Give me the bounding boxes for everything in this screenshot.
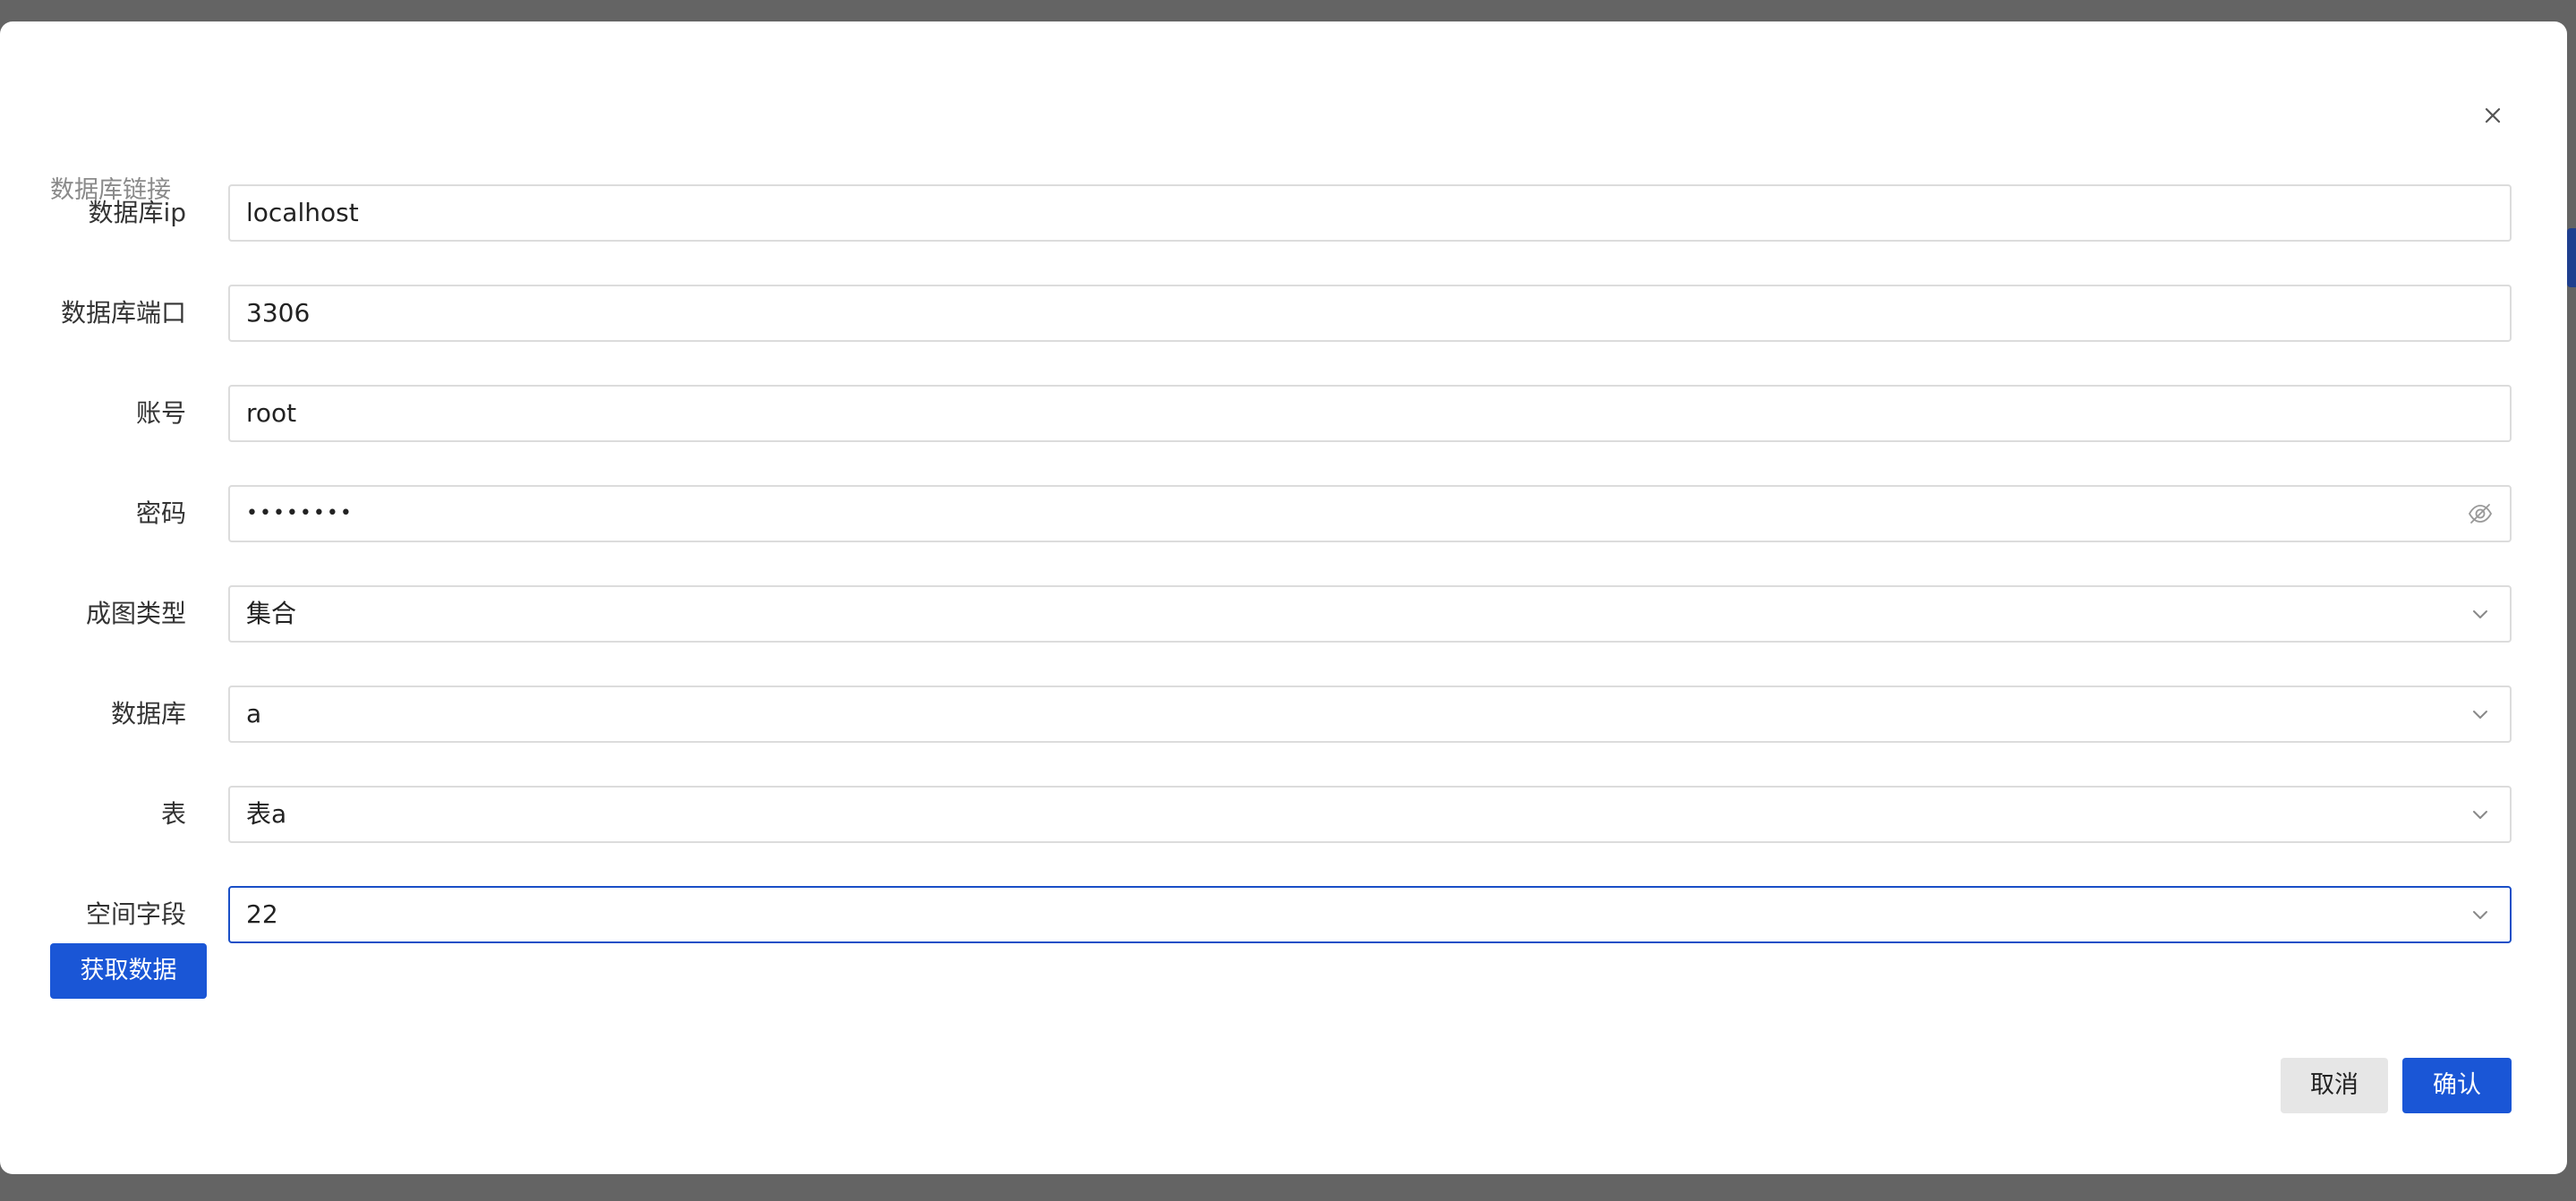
spatial-field-value: 22 — [246, 899, 278, 929]
account-value: root — [246, 398, 297, 428]
chevron-down-icon — [2467, 901, 2494, 928]
password-label: 密码 — [135, 498, 186, 528]
close-icon — [2485, 107, 2501, 124]
db-port-label: 数据库端口 — [60, 298, 186, 328]
database-label: 数据库 — [110, 699, 186, 728]
close-button[interactable] — [2479, 102, 2506, 129]
password-value: •••••••• — [246, 502, 354, 524]
cancel-button[interactable]: 取消 — [2281, 1058, 2388, 1113]
form-row-account: 账号 root — [0, 385, 2512, 442]
form-row-password: 密码 •••••••• — [0, 485, 2512, 542]
db-ip-value: localhost — [246, 198, 359, 227]
database-value: a — [246, 699, 262, 728]
db-ip-label: 数据库ip — [88, 198, 186, 227]
account-label: 账号 — [135, 398, 186, 428]
form-row-spatial-field: 空间字段 22 — [0, 886, 2512, 943]
form-row-database: 数据库 a — [0, 686, 2512, 743]
form-row-db-port: 数据库端口 3306 — [0, 285, 2512, 342]
db-port-input[interactable]: 3306 — [228, 285, 2512, 342]
spatial-field-select[interactable]: 22 — [228, 886, 2512, 943]
chevron-down-icon — [2467, 701, 2494, 728]
map-type-select[interactable]: 集合 — [228, 585, 2512, 643]
map-type-value: 集合 — [246, 599, 297, 628]
chevron-down-icon — [2467, 600, 2494, 627]
database-select[interactable]: a — [228, 686, 2512, 743]
form-row-map-type: 成图类型 集合 — [0, 585, 2512, 643]
db-ip-input[interactable]: localhost — [228, 184, 2512, 242]
background-panel-edge — [2567, 228, 2576, 287]
db-port-value: 3306 — [246, 298, 311, 328]
confirm-button[interactable]: 确认 — [2402, 1058, 2512, 1113]
password-input[interactable]: •••••••• — [228, 485, 2512, 542]
map-type-label: 成图类型 — [85, 599, 186, 628]
table-label: 表 — [160, 799, 186, 829]
account-input[interactable]: root — [228, 385, 2512, 442]
spatial-field-label: 空间字段 — [85, 899, 186, 929]
database-connection-dialog: 数据库链接 数据库ip localhost 数据库端口 3306 账号 root… — [0, 21, 2567, 1174]
eye-off-icon — [2468, 504, 2493, 524]
form-row-db-ip: 数据库ip localhost — [0, 184, 2512, 242]
table-value: 表a — [246, 799, 287, 829]
fetch-data-button[interactable]: 获取数据 — [50, 943, 207, 999]
table-select[interactable]: 表a — [228, 786, 2512, 843]
chevron-down-icon — [2467, 801, 2494, 828]
form-row-table: 表 表a — [0, 786, 2512, 843]
password-visibility-toggle[interactable] — [2467, 500, 2494, 527]
